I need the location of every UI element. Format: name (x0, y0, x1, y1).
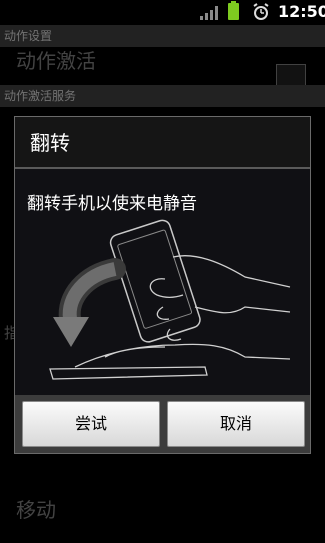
dialog-message: 翻转手机以使来电静音 (27, 194, 197, 214)
battery-icon (228, 1, 239, 20)
status-time: 12:50 (278, 2, 325, 21)
flip-gesture-illustration (49, 219, 291, 380)
alarm-icon (253, 3, 269, 20)
title-divider (15, 167, 310, 169)
dialog-title: 翻转 (15, 117, 310, 167)
try-button[interactable]: 尝试 (22, 401, 160, 447)
signal-icon (200, 6, 218, 20)
cancel-button[interactable]: 取消 (167, 401, 305, 447)
flip-dialog: 翻转 翻转手机以使来电静音 尝试 取消 (14, 116, 311, 454)
dialog-button-bar: 尝试 取消 (15, 395, 310, 453)
status-bar: 12:50 (0, 0, 325, 25)
